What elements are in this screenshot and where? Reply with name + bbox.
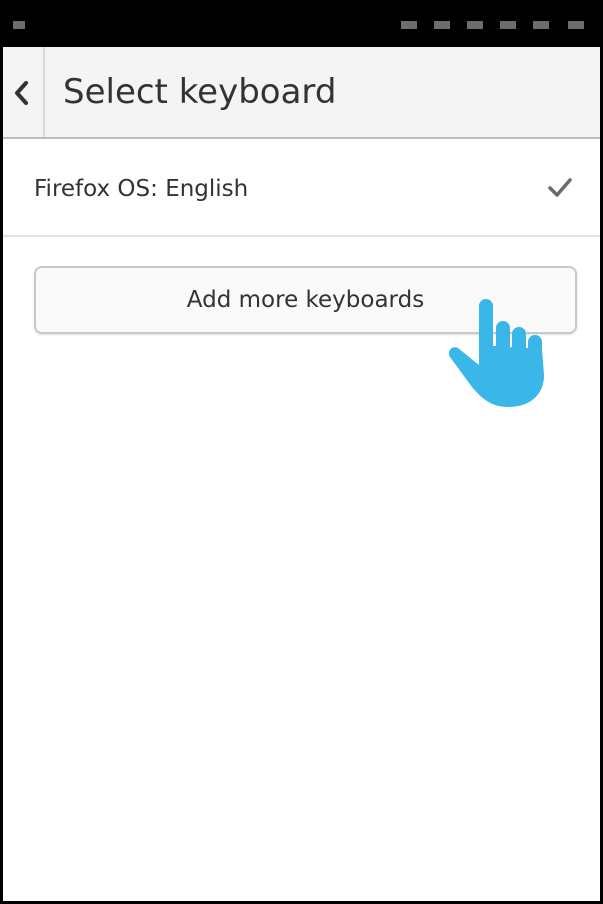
header-bar: Select keyboard xyxy=(3,47,600,139)
status-bar xyxy=(3,3,600,47)
page-title: Select keyboard xyxy=(63,72,337,112)
checkmark-icon xyxy=(548,178,572,197)
status-indicator-icon xyxy=(533,21,549,29)
phone-screen: Select keyboard Firefox OS: English Add … xyxy=(0,0,603,904)
status-indicator-icon xyxy=(401,21,417,29)
status-indicator-icon xyxy=(568,21,584,29)
status-indicator-icon xyxy=(467,21,483,29)
chevron-left-icon xyxy=(15,81,28,105)
keyboard-item-label: Firefox OS: English xyxy=(34,176,249,202)
status-indicator-icon xyxy=(500,21,516,29)
status-indicator-icon xyxy=(13,21,25,29)
keyboard-item-english[interactable]: Firefox OS: English xyxy=(3,141,600,237)
status-indicator-icon xyxy=(434,21,450,29)
tap-hand-icon xyxy=(448,299,544,407)
back-button[interactable] xyxy=(3,47,45,137)
